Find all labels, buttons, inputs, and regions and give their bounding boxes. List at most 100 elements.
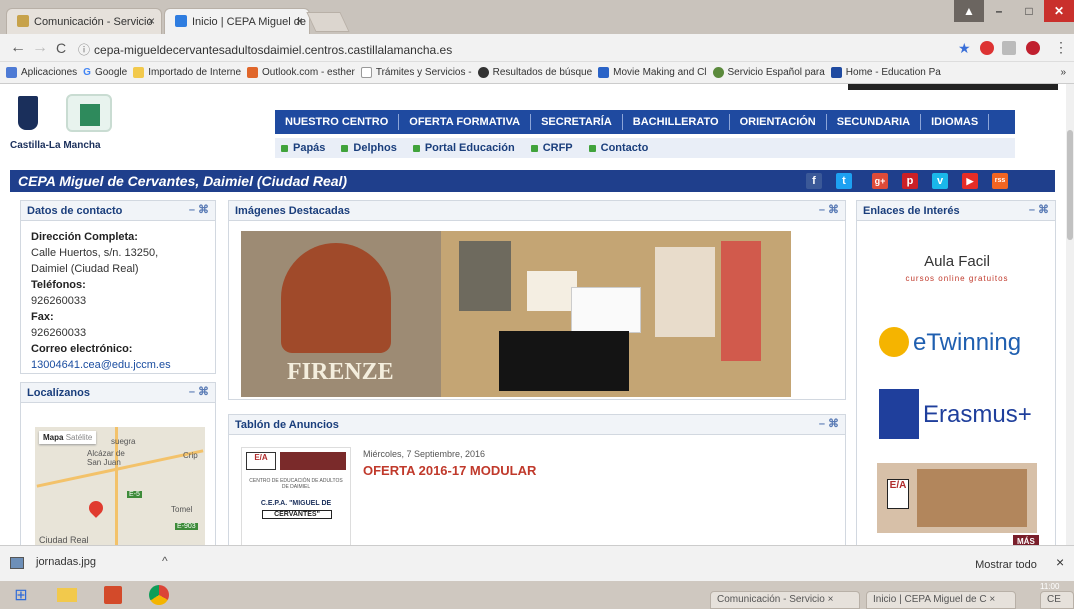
menu-nuestro-centro[interactable]: NUESTRO CENTRO <box>275 114 400 130</box>
etwinning-icon <box>879 327 909 357</box>
map-tab-mapa[interactable]: Mapa <box>43 433 63 442</box>
new-tab-button[interactable] <box>306 12 350 32</box>
taskbar-tab[interactable]: CE <box>1040 591 1074 609</box>
featured-images-panel: Imágenes Destacadas – ⌘ FIRENZE <box>228 200 846 400</box>
browser-tab-comunicacion[interactable]: Comunicación - Servicio × <box>6 8 162 34</box>
rss-icon[interactable]: rss <box>992 173 1008 189</box>
map-type-tabs[interactable]: Mapa Satélite <box>39 431 97 444</box>
more-links-button[interactable]: MÁS <box>1013 535 1039 545</box>
facebook-icon[interactable]: f <box>806 173 822 189</box>
epa-banner-link[interactable]: E/A <box>877 463 1037 533</box>
submenu-contacto[interactable]: Contacto <box>588 138 665 158</box>
notice-thumbnail[interactable]: E/A CENTRO DE EDUCACIÓN DE ADULTOS DE DA… <box>241 447 351 545</box>
download-item[interactable]: jornadas.jpg ^ <box>10 554 170 576</box>
chrome-button[interactable] <box>138 583 180 607</box>
menu-idiomas[interactable]: IDIOMAS <box>921 114 990 130</box>
bookmark-servicio[interactable]: Servicio Español para <box>712 67 825 78</box>
featured-image[interactable]: FIRENZE <box>241 231 791 397</box>
aula-facil-link[interactable]: Aula Facil cursos online gratuitos <box>877 243 1037 303</box>
pinned-photo <box>527 271 577 311</box>
extension-icon[interactable] <box>1002 41 1016 55</box>
office-app-button[interactable] <box>92 583 134 607</box>
submenu-crfp[interactable]: CRFP <box>530 138 589 158</box>
reload-icon[interactable]: C <box>56 40 66 56</box>
clock[interactable]: 11:00 <box>1040 582 1059 591</box>
panel-header: Tablón de Anuncios – ⌘ <box>229 415 845 435</box>
more-bookmarks-icon[interactable]: » <box>1060 67 1066 78</box>
user-icon[interactable]: ▲ <box>954 0 984 22</box>
panel-controls-icon[interactable]: – ⌘ <box>189 203 209 216</box>
top-strip <box>848 84 1058 90</box>
map-tab-satelite[interactable]: Satélite <box>66 433 93 442</box>
submenu-portal-educacion[interactable]: Portal Educación <box>412 138 531 158</box>
taskbar: ⊞ Comunicación - Servicio × Inicio | CEP… <box>0 581 1074 609</box>
submenu-delphos[interactable]: Delphos <box>341 138 412 158</box>
image-file-icon <box>10 557 24 569</box>
google-plus-icon[interactable]: g+ <box>872 173 888 189</box>
maximize-button[interactable]: □ <box>1014 0 1044 22</box>
vimeo-icon[interactable]: v <box>932 173 948 189</box>
back-icon[interactable]: ← <box>10 39 26 57</box>
folder-icon <box>57 588 77 602</box>
school-photo <box>280 452 346 470</box>
browser-tab-inicio[interactable]: Inicio | CEPA Miguel de C × <box>164 8 310 34</box>
scrollbar-thumb[interactable] <box>1067 130 1073 240</box>
etwinning-link[interactable]: eTwinning <box>877 317 1037 371</box>
panel-controls-icon[interactable]: – ⌘ <box>189 385 209 398</box>
taskbar-tab[interactable]: Inicio | CEPA Miguel de C × <box>866 591 1016 609</box>
bookmark-imported[interactable]: Importado de Interne <box>133 67 241 78</box>
panel-title: Enlaces de Interés <box>863 205 960 217</box>
bookmark-tramites[interactable]: Trámites y Servicios - <box>360 67 472 78</box>
bookmark-resultados[interactable]: Resultados de búsque <box>477 67 592 78</box>
forward-icon[interactable]: → <box>32 39 48 57</box>
submenu-papas[interactable]: Papás <box>281 138 341 158</box>
chevron-up-icon[interactable]: ^ <box>162 554 168 568</box>
close-tab-icon[interactable]: × <box>148 14 155 28</box>
pinterest-extension-icon[interactable] <box>1026 41 1040 55</box>
education-logo-icon <box>66 94 112 132</box>
bookmark-movie[interactable]: Movie Making and Cl <box>598 67 707 78</box>
site-title: CEPA Miguel de Cervantes, Daimiel (Ciuda… <box>18 173 348 189</box>
panel-controls-icon[interactable]: – ⌘ <box>819 203 839 216</box>
file-explorer-button[interactable] <box>46 583 88 607</box>
bookmark-outlook[interactable]: Outlook.com - esther <box>247 67 355 78</box>
contact-panel: Datos de contacto – ⌘ Dirección Completa:… <box>20 200 216 374</box>
bookmark-home-education[interactable]: Home - Education Pa <box>830 67 941 78</box>
panel-controls-icon[interactable]: – ⌘ <box>1029 203 1049 216</box>
taskbar-tab[interactable]: Comunicación - Servicio × <box>710 591 860 609</box>
students-photo <box>917 469 1027 527</box>
bookmark-apps[interactable]: Aplicaciones <box>6 67 77 78</box>
minimize-button[interactable]: – <box>984 0 1014 22</box>
map-panel: Localízanos – ⌘ Mapa Satélite suegra Alcá… <box>20 382 216 545</box>
menu-bachillerato[interactable]: BACHILLERATO <box>623 114 730 130</box>
email-label: Correo electrónico: <box>31 343 133 355</box>
show-all-button[interactable]: Mostrar todo <box>968 554 1044 576</box>
url-field[interactable]: ⓘ cepa-migueldecervantesadultosdaimiel.ce… <box>78 38 938 58</box>
map-marker-icon[interactable] <box>86 498 106 518</box>
links-panel: Enlaces de Interés – ⌘ Aula Facil cursos … <box>856 200 1056 545</box>
close-window-button[interactable]: ✕ <box>1044 0 1074 22</box>
twitter-icon[interactable]: t <box>836 173 852 189</box>
erasmus-link[interactable]: Erasmus+ <box>877 385 1037 445</box>
menu-oferta-formativa[interactable]: OFERTA FORMATIVA <box>399 114 532 130</box>
menu-secundaria[interactable]: SECUNDARIA <box>827 114 922 130</box>
bookmark-google[interactable]: G Google <box>83 67 127 78</box>
url-text: cepa-migueldecervantesadultosdaimiel.cen… <box>94 43 453 57</box>
close-download-bar-icon[interactable]: × <box>1056 554 1064 570</box>
close-tab-icon[interactable]: × <box>296 14 303 28</box>
pinterest-icon[interactable]: p <box>902 173 918 189</box>
chrome-icon <box>149 585 169 605</box>
panel-controls-icon[interactable]: – ⌘ <box>819 417 839 430</box>
menu-icon[interactable]: ⋮ <box>1054 39 1068 56</box>
adblock-icon[interactable] <box>980 41 994 55</box>
start-button[interactable]: ⊞ <box>0 583 42 607</box>
panel-header: Datos de contacto – ⌘ <box>21 201 215 221</box>
bookmark-label: Movie Making and Cl <box>613 67 707 78</box>
menu-orientacion[interactable]: ORIENTACIÓN <box>730 114 827 130</box>
email-link[interactable]: 13004641.cea@edu.jccm.es <box>31 357 205 373</box>
map-view[interactable]: Mapa Satélite suegra Alcázar de San Juan… <box>35 427 205 545</box>
menu-secretaria[interactable]: SECRETARÍA <box>531 114 623 130</box>
youtube-icon[interactable]: ▶ <box>962 173 978 189</box>
notice-title[interactable]: OFERTA 2016-17 MODULAR <box>363 463 536 478</box>
bookmark-star-icon[interactable]: ★ <box>958 40 971 57</box>
